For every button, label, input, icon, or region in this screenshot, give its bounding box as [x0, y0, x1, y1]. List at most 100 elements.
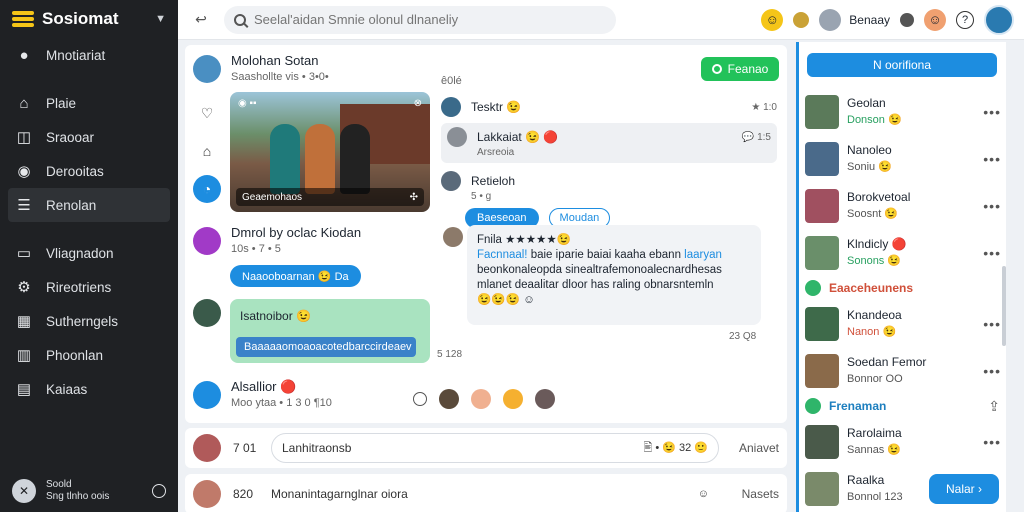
reaction-bar: [413, 389, 555, 409]
contact-item[interactable]: Geolan Donson 😉 •••: [805, 88, 1001, 135]
send-button[interactable]: Nasets: [731, 487, 779, 501]
contact-item[interactable]: Nanoleo Soniu 😉 •••: [805, 135, 1001, 182]
topbar-user[interactable]: Benaay: [819, 8, 890, 31]
sidebar-item[interactable]: ◫ Sraooar: [0, 120, 178, 154]
avatar[interactable]: [535, 389, 555, 409]
target-icon[interactable]: [413, 392, 427, 406]
clock-icon[interactable]: [152, 484, 166, 498]
avatar[interactable]: [193, 299, 221, 327]
green-card-bar[interactable]: Baaaaaomoaoacotedbarccirdeaev: [236, 337, 416, 357]
green-card[interactable]: Isatnoibor 😉 Baaaaaomoaoacotedbarccirdea…: [230, 299, 430, 363]
follow-button[interactable]: Feanao: [701, 57, 779, 81]
help-icon[interactable]: ?: [956, 10, 974, 29]
palette-icon: ◉: [17, 163, 31, 180]
post-photo[interactable]: ◉ ▪▪ ⊗ Geaemohaos ✣: [230, 92, 430, 212]
post-author[interactable]: Alsallior 🔴: [231, 379, 332, 394]
profile-text: Soold Sng tlnho oois: [46, 479, 142, 503]
emoji-icon[interactable]: ☺: [698, 488, 709, 500]
composer-tools[interactable]: 🖹 • 😉 32 🙂: [643, 439, 708, 458]
sidebar-item[interactable]: ▭ Vliagnadon: [0, 236, 178, 270]
more-icon[interactable]: •••: [983, 363, 1001, 379]
avatar[interactable]: [439, 389, 459, 409]
coin-icon[interactable]: [793, 11, 810, 28]
chevron-down-icon[interactable]: ▼: [155, 13, 166, 25]
home-icon[interactable]: ⌂: [193, 137, 221, 165]
sidebar-item-label: Sraooar: [46, 129, 95, 145]
avatar: [805, 94, 839, 129]
reaction-icon[interactable]: [471, 389, 491, 409]
post-header: Molohan Sotan Saashollte vis • 3•0• ê0lé…: [193, 51, 779, 87]
sidebar-item-label: Sutherngels: [46, 313, 119, 329]
review-line1: Facnnaal! baie iparie baiai kaaha ebann …: [477, 248, 751, 263]
comment-item: Retieloh 5 • g Baeseoan Moudan: [441, 171, 777, 228]
sidebar-item[interactable]: ⚙ Rireotriens: [0, 270, 178, 304]
brand[interactable]: Sosiomat ▼: [0, 0, 178, 38]
more-icon[interactable]: •••: [983, 434, 1001, 450]
avatar[interactable]: [193, 480, 221, 508]
avatar[interactable]: [193, 227, 221, 255]
notification-icon[interactable]: ☺: [924, 8, 946, 31]
sidebar-item-active[interactable]: ☰ Renolan: [8, 188, 170, 222]
sidebar-item[interactable]: ▤ Kaiaas: [0, 372, 178, 406]
share-icon[interactable]: ⇪: [988, 398, 1001, 415]
review-highlight[interactable]: laaryan: [684, 249, 722, 261]
comment-input[interactable]: Lanhitraonsb 🖹 • 😉 32 🙂: [271, 433, 719, 463]
sidebar-item[interactable]: ⌂ Plaie: [0, 86, 178, 120]
reaction-icon[interactable]: [503, 389, 523, 409]
more-icon[interactable]: •••: [983, 198, 1001, 214]
status-icon[interactable]: [900, 12, 914, 27]
contact-item[interactable]: Klndicly 🔴 Sonons 😉 •••: [805, 229, 1001, 276]
chart-icon: ▥: [16, 347, 32, 364]
search-input[interactable]: [254, 12, 606, 27]
next-button[interactable]: Nalar ›: [929, 474, 999, 504]
message-input[interactable]: Monanintagarnglnar oiora ☺: [271, 479, 719, 509]
chat-icon[interactable]: ◔: [193, 175, 221, 203]
contact-text: Geolan Donson 😉: [847, 95, 975, 128]
contact-group[interactable]: Eaaceheunens: [805, 276, 1001, 300]
search-bar[interactable]: [224, 5, 616, 34]
more-icon[interactable]: •••: [983, 104, 1001, 120]
monitor-icon: ▭: [16, 245, 32, 262]
contact-item[interactable]: Borokvetoal Soosnt 😉 •••: [805, 182, 1001, 229]
scrollbar[interactable]: [1002, 266, 1006, 346]
like-icon[interactable]: ♡: [193, 99, 221, 127]
sidebar-item[interactable]: ● Mnotiariat: [0, 38, 178, 72]
post-author[interactable]: Dmrol by oclac Kiodan: [231, 225, 361, 240]
photo-toolbar: ◉ ▪▪ ⊗: [238, 98, 422, 109]
back-icon[interactable]: ↩: [188, 11, 214, 28]
more-icon[interactable]: •••: [983, 245, 1001, 261]
avatar[interactable]: [193, 381, 221, 409]
camera-icon[interactable]: ◉ ▪▪: [238, 98, 257, 109]
account-avatar[interactable]: [984, 4, 1014, 35]
contact-item[interactable]: Knandeoa Nanon 😉 •••: [805, 300, 1001, 347]
expand-icon[interactable]: ✣: [410, 192, 418, 203]
avatar[interactable]: [443, 227, 463, 247]
avatar[interactable]: [193, 55, 221, 83]
sidebar-item[interactable]: ▥ Phoonlan: [0, 338, 178, 372]
sidebar-item[interactable]: ◉ Derooitas: [0, 154, 178, 188]
avatar[interactable]: [441, 171, 461, 191]
sidebar-profile[interactable]: ✕ Soold Sng tlnho oois: [0, 470, 178, 512]
send-button[interactable]: Aniavet: [731, 441, 779, 455]
notifications-button[interactable]: N oorifiona: [807, 53, 997, 77]
tag-pill[interactable]: Naaooboarnan 😉 Da: [230, 265, 361, 287]
close-icon[interactable]: ⊗: [414, 98, 422, 109]
group-name: Eaaceheunens: [829, 281, 914, 295]
search-icon: [234, 13, 246, 26]
review-highlight[interactable]: Facnnaal!: [477, 249, 528, 261]
more-icon[interactable]: •••: [983, 151, 1001, 167]
avatar[interactable]: [193, 434, 221, 462]
contact-item[interactable]: Soedan Femor Bonnor OO •••: [805, 347, 1001, 394]
avatar[interactable]: [441, 97, 461, 117]
user-name: Benaay: [849, 12, 890, 27]
more-icon[interactable]: •••: [983, 316, 1001, 332]
photo-caption: Geaemohaos: [242, 191, 303, 203]
sidebar-item[interactable]: ▦ Sutherngels: [0, 304, 178, 338]
contact-text: Knandeoa Nanon 😉: [847, 307, 975, 340]
review-line2: beonkonaleopda sinealtrafemonoalecnardhe…: [477, 264, 722, 276]
contact-group[interactable]: Frenaman ⇪: [805, 394, 1001, 418]
contact-item[interactable]: Rarolaima Sannas 😉 •••: [805, 418, 1001, 465]
post-author[interactable]: Molohan Sotan: [231, 53, 691, 68]
emoji-icon[interactable]: ☺: [761, 8, 784, 31]
avatar[interactable]: [447, 127, 467, 147]
